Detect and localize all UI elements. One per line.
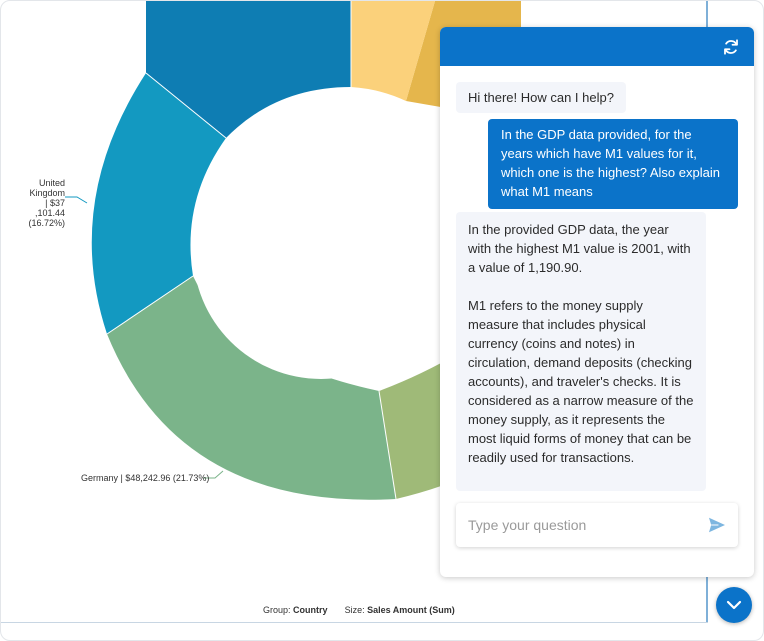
question-input[interactable]	[468, 513, 688, 537]
user-message: In the GDP data provided, for the years …	[488, 119, 738, 209]
united-kingdom-label: United Kingdom | $37 ,101.44 (16.72%)	[28, 178, 65, 228]
question-input-box	[456, 503, 738, 547]
group-value: Country	[293, 605, 328, 615]
message-list: Hi there! How can I help? In the GDP dat…	[440, 66, 754, 496]
germany-label: Germany | $48,242.96 (21.73%)	[81, 473, 210, 483]
app-frame: United Kingdom | $37 ,101.44 (16.72%) Ge…	[0, 0, 764, 641]
send-icon[interactable]	[708, 517, 726, 533]
bot-message: Hi there! How can I help?	[456, 82, 626, 113]
uk-leader-line	[65, 196, 88, 204]
chat-header	[440, 27, 754, 66]
donut-hole	[193, 123, 449, 379]
chat-panel: Hi there! How can I help? In the GDP dat…	[440, 27, 754, 577]
bot-message: In the provided GDP data, the year with …	[456, 212, 706, 491]
group-label: Group:	[263, 605, 291, 615]
chart-border	[1, 622, 708, 623]
size-label: Size:	[344, 605, 365, 615]
refresh-icon[interactable]	[722, 38, 740, 56]
chart-footer: Group: Country Size: Sales Amount (Sum)	[263, 605, 455, 615]
chevron-down-icon	[726, 600, 742, 610]
size-value: Sales Amount (Sum)	[367, 605, 455, 615]
chat-toggle-button[interactable]	[716, 587, 752, 623]
